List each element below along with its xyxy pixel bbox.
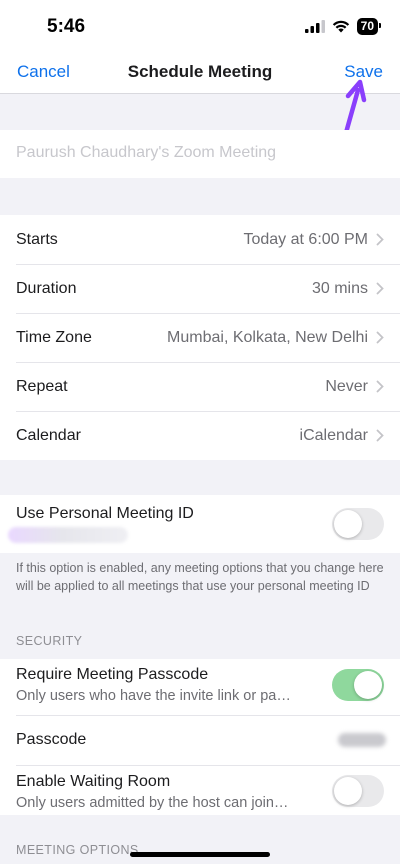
time-zone-value: Mumbai, Kolkata, New Delhi (167, 328, 368, 346)
status-icons: 70 (304, 18, 382, 35)
duration-label: Duration (16, 279, 77, 297)
repeat-row[interactable]: Repeat Never (0, 362, 400, 411)
calendar-label: Calendar (16, 426, 81, 444)
passcode-label: Passcode (16, 731, 87, 748)
status-time: 5:46 (47, 16, 86, 37)
waiting-room-row[interactable]: Enable Waiting Room Only users admitted … (0, 766, 400, 815)
waiting-room-toggle[interactable] (332, 775, 384, 807)
calendar-row[interactable]: Calendar iCalendar (0, 411, 400, 460)
duration-row[interactable]: Duration 30 mins (0, 264, 400, 313)
chevron-right-icon (376, 331, 384, 344)
cellular-signal-icon (304, 20, 325, 33)
require-passcode-toggle[interactable] (332, 669, 384, 701)
require-passcode-row[interactable]: Require Meeting Passcode Only users who … (0, 659, 400, 711)
schedule-section: Starts Today at 6:00 PM Duration 30 mins… (0, 215, 400, 460)
meeting-topic-input[interactable] (16, 144, 376, 162)
waiting-room-subtitle: Only users admitted by the host can join… (16, 795, 289, 811)
starts-value: Today at 6:00 PM (243, 230, 368, 248)
chevron-right-icon (376, 233, 384, 246)
chevron-right-icon (376, 380, 384, 393)
status-bar: 5:46 70 (0, 0, 400, 54)
security-header: SECURITY (16, 634, 83, 648)
personal-meeting-id-note: If this option is enabled, any meeting o… (16, 561, 384, 593)
chevron-right-icon (376, 429, 384, 442)
topic-section (0, 130, 400, 178)
calendar-value: iCalendar (299, 426, 368, 444)
time-zone-row[interactable]: Time Zone Mumbai, Kolkata, New Delhi (0, 313, 400, 362)
duration-value: 30 mins (311, 279, 368, 297)
personal-meeting-id-value-redacted (8, 527, 128, 543)
wifi-icon (332, 20, 349, 33)
home-indicator (130, 852, 270, 857)
starts-row[interactable]: Starts Today at 6:00 PM (0, 215, 400, 264)
personal-meeting-id-section: Use Personal Meeting ID (0, 495, 400, 553)
starts-label: Starts (16, 230, 58, 248)
chevron-right-icon (376, 282, 384, 295)
meeting-options-header: MEETING OPTIONS (16, 843, 139, 857)
require-passcode-subtitle: Only users who have the invite link or p… (16, 688, 291, 704)
passcode-value-redacted (338, 733, 386, 747)
time-zone-label: Time Zone (16, 328, 92, 346)
require-passcode-title: Require Meeting Passcode (16, 666, 209, 683)
personal-meeting-id-toggle[interactable] (332, 508, 384, 540)
security-section: Require Meeting Passcode Only users who … (0, 659, 400, 815)
repeat-label: Repeat (16, 377, 68, 395)
battery-icon: 70 (356, 18, 382, 35)
personal-meeting-id-label: Use Personal Meeting ID (16, 505, 194, 522)
repeat-value: Never (325, 377, 368, 395)
waiting-room-title: Enable Waiting Room (16, 773, 171, 790)
